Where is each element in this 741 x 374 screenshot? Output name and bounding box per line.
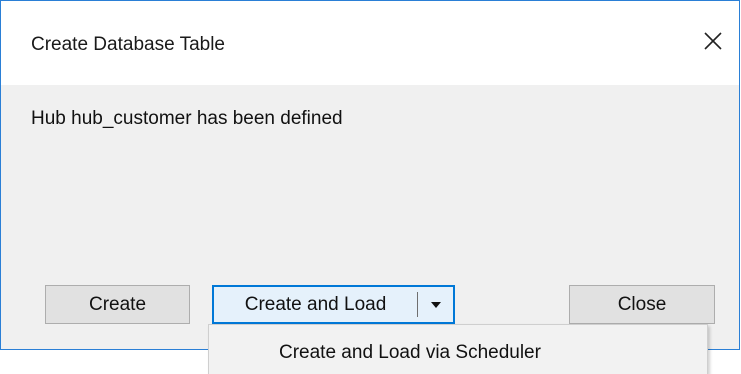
create-and-load-button[interactable]: Create and Load [214,294,417,316]
caret-down-icon[interactable] [418,301,453,309]
create-database-table-dialog: Create Database Table Hub hub_customer h… [0,0,740,350]
dialog-title: Create Database Table [31,34,225,55]
title-bar[interactable]: Create Database Table [1,1,739,85]
dialog-message: Hub hub_customer has been defined [31,108,343,129]
create-and-load-split-button[interactable]: Create and Load [212,285,455,324]
close-button[interactable]: Close [569,285,715,324]
menu-item-create-and-load-via-scheduler[interactable]: Create and Load via Scheduler [279,342,541,364]
create-button[interactable]: Create [45,285,190,324]
create-and-load-dropdown-menu: Create and Load via Scheduler [208,324,708,374]
close-icon[interactable] [695,23,731,59]
